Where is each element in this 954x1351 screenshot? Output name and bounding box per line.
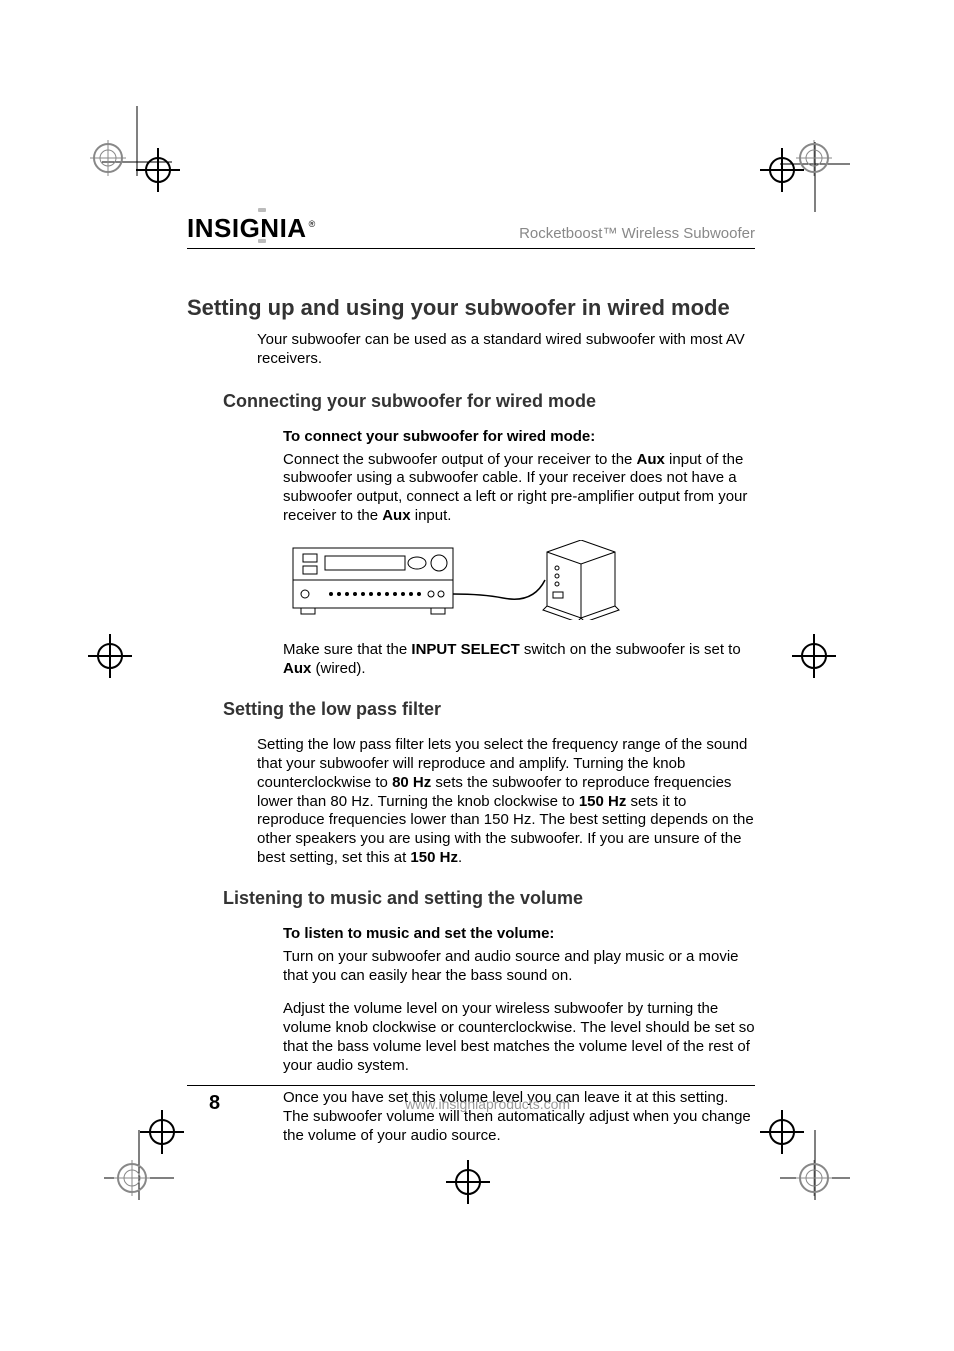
lowpass-para: Setting the low pass filter lets you sel…	[257, 736, 755, 868]
registration-mark-icon	[114, 1160, 150, 1196]
subheading-listen: To listen to music and set the volume:	[283, 925, 755, 942]
footer-url: www.insigniaproducts.com	[405, 1096, 570, 1112]
listen-para-2: Adjust the volume level on your wireless…	[283, 1000, 755, 1076]
listen-para-1: Turn on your subwoofer and audio source …	[283, 948, 755, 986]
page-number: 8	[209, 1092, 220, 1115]
crosshair-icon	[446, 1160, 490, 1204]
heading-1: Setting up and using your subwoofer in w…	[187, 295, 755, 321]
connection-diagram	[283, 540, 755, 625]
crosshair-icon	[760, 148, 804, 192]
footer: 8 www.insigniaproducts.com	[187, 1085, 755, 1115]
crosshair-icon	[136, 148, 180, 192]
registration-mark-icon	[90, 140, 126, 176]
crosshair-icon	[760, 1110, 804, 1154]
crosshair-icon	[792, 634, 836, 678]
heading-lowpass: Setting the low pass filter	[223, 699, 755, 720]
heading-listening: Listening to music and setting the volum…	[223, 888, 755, 909]
page-content: INSIGNIA® Rocketboost™ Wireless Subwoofe…	[187, 213, 755, 1160]
doc-title: Rocketboost™ Wireless Subwoofer	[519, 225, 755, 242]
crosshair-icon	[88, 634, 132, 678]
header: INSIGNIA® Rocketboost™ Wireless Subwoofe…	[187, 213, 755, 249]
brand-logo: INSIGNIA®	[187, 213, 316, 244]
connect-para-2: Make sure that the INPUT SELECT switch o…	[283, 641, 755, 679]
subheading-connect: To connect your subwoofer for wired mode…	[283, 428, 755, 445]
registration-mark-icon	[796, 1160, 832, 1196]
crosshair-icon	[140, 1110, 184, 1154]
intro-text: Your subwoofer can be used as a standard…	[257, 331, 755, 369]
connect-para-1: Connect the subwoofer output of your rec…	[283, 451, 755, 527]
heading-connecting: Connecting your subwoofer for wired mode	[223, 391, 755, 412]
